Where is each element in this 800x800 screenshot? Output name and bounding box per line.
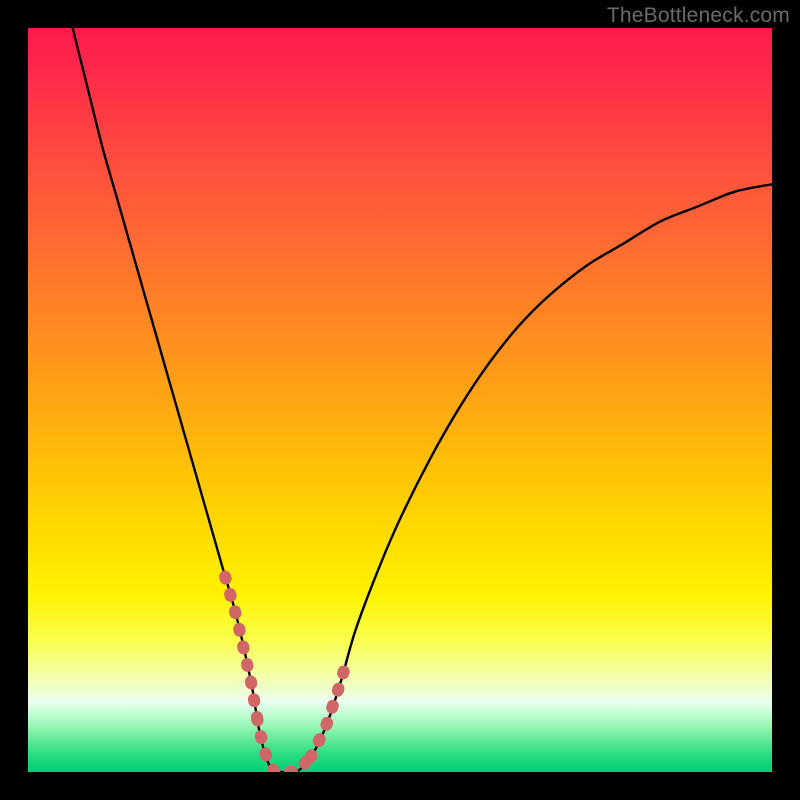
plot-area — [28, 28, 772, 772]
highlight-segment-0 — [225, 577, 258, 728]
bottleneck-curve — [73, 28, 772, 772]
chart-frame: TheBottleneck.com — [0, 0, 800, 800]
highlight-group — [225, 577, 344, 772]
watermark-text: TheBottleneck.com — [607, 4, 790, 28]
highlight-segment-1 — [257, 718, 309, 772]
curve-layer — [28, 28, 772, 772]
highlight-segment-2 — [311, 670, 344, 757]
main-curve-path — [73, 28, 772, 772]
